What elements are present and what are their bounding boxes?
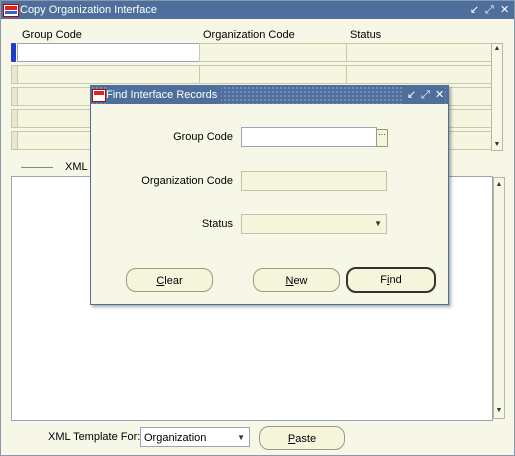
minimize-icon[interactable]: ↙ xyxy=(470,1,480,19)
triangle-down-icon[interactable]: ▼ xyxy=(374,215,382,233)
close-icon[interactable]: ✕ xyxy=(435,86,445,104)
xml-template-value: Organization xyxy=(144,432,207,444)
scroll-up-icon[interactable]: ▲ xyxy=(492,44,502,54)
current-record-indicator[interactable] xyxy=(11,43,16,62)
minimize-icon[interactable]: ↙ xyxy=(407,86,417,104)
find-interface-records-dialog: Find Interface Records ↙ ⤢ ✕ Group Code … xyxy=(90,85,449,305)
status-cell[interactable] xyxy=(346,43,493,62)
paste-label-rest: aste xyxy=(295,433,317,445)
new-label-rest: ew xyxy=(293,275,308,287)
dialog-titlebar[interactable]: Find Interface Records ↙ ⤢ ✕ xyxy=(91,86,448,104)
grid-scrollbar[interactable]: ▲ ▼ xyxy=(491,43,503,151)
app-icon xyxy=(3,4,19,17)
xml-template-for-label: XML Template For: xyxy=(48,431,141,443)
clear-label-rest: lear xyxy=(164,275,183,287)
dialog-title: Find Interface Records xyxy=(106,86,222,104)
organization-code-cell[interactable] xyxy=(199,43,347,62)
close-icon[interactable]: ✕ xyxy=(500,1,510,19)
status-label: Status xyxy=(201,218,233,230)
group-code-label: Group Code xyxy=(173,131,233,143)
xml-scrollbar[interactable]: ▲ ▼ xyxy=(493,177,505,419)
triangle-down-icon[interactable]: ▼ xyxy=(237,428,245,448)
organization-code-header: Organization Code xyxy=(203,29,295,41)
group-code-field[interactable] xyxy=(241,127,377,147)
status-select[interactable]: ▼ xyxy=(241,214,387,234)
app-icon xyxy=(92,89,106,102)
maximize-icon[interactable]: ⤢ xyxy=(485,1,495,19)
organization-code-cell[interactable] xyxy=(199,65,347,84)
paste-button[interactable]: Paste xyxy=(259,426,345,450)
xml-section-divider xyxy=(21,167,53,168)
group-code-header: Group Code xyxy=(22,29,82,41)
organization-code-label: Organization Code xyxy=(141,175,233,187)
clear-button[interactable]: Clear xyxy=(126,268,213,292)
new-button[interactable]: New xyxy=(253,268,340,292)
scroll-down-icon[interactable]: ▼ xyxy=(492,140,502,150)
window-title: Copy Organization Interface xyxy=(20,4,157,16)
find-label-rest: nd xyxy=(389,274,402,286)
ellipsis-icon[interactable]: ··· xyxy=(376,129,388,147)
window-titlebar[interactable]: Copy Organization Interface ↙ ⤢ ✕ xyxy=(1,1,514,19)
group-code-cell[interactable] xyxy=(17,43,200,62)
group-code-cell[interactable] xyxy=(17,65,200,84)
organization-code-field[interactable] xyxy=(241,171,387,191)
xml-template-select[interactable]: Organization ▼ xyxy=(140,427,250,447)
maximize-icon[interactable]: ⤢ xyxy=(421,86,431,104)
scroll-down-icon[interactable]: ▼ xyxy=(494,406,504,416)
find-button[interactable]: Find xyxy=(346,267,436,293)
status-header: Status xyxy=(350,29,382,41)
scroll-up-icon[interactable]: ▲ xyxy=(494,180,504,190)
xml-section-label: XML xyxy=(65,161,88,173)
status-cell[interactable] xyxy=(346,65,493,84)
find-label-start: F xyxy=(380,274,388,286)
